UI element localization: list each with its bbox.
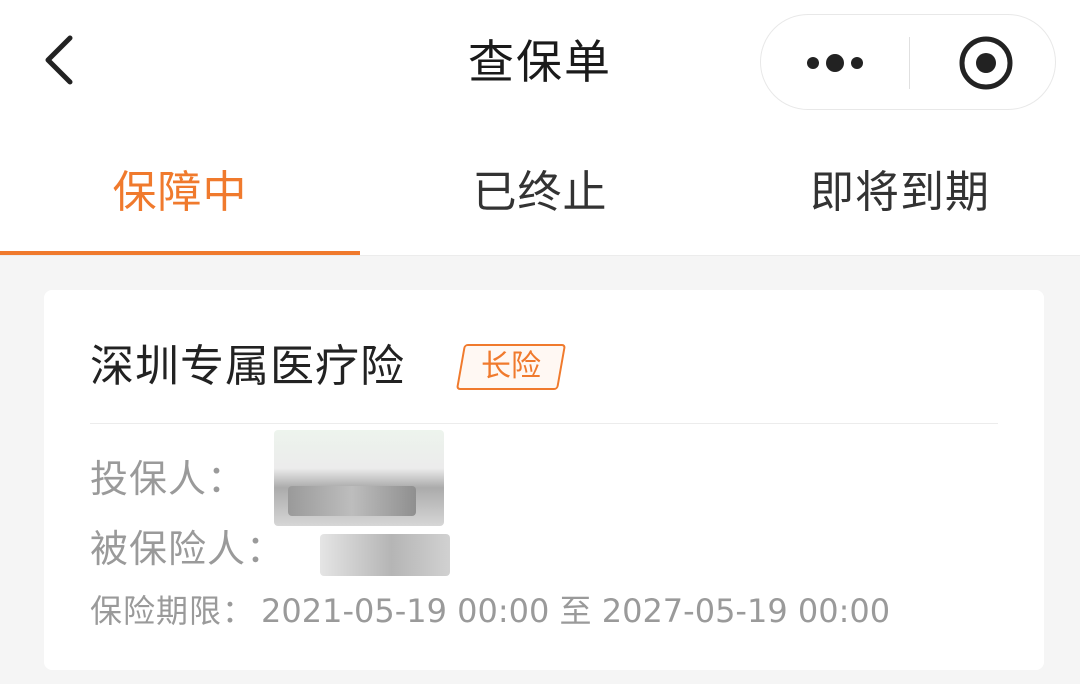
product-name: 深圳专属医疗险	[90, 341, 405, 392]
tab-label: 保障中	[112, 167, 248, 218]
tab-expiring-soon[interactable]: 即将到期	[720, 130, 1080, 256]
policy-type-badge: 长险	[455, 344, 567, 390]
policy-type-badge-label: 长险	[481, 349, 541, 384]
policy-status-tabs: 保障中 已终止 即将到期	[0, 130, 1080, 256]
target-close-icon	[959, 36, 1013, 90]
policy-card[interactable]: 深圳专属医疗险 长险 投保人： 被保险人： 保险期限： 2021-05-19 00…	[44, 290, 1044, 670]
title-bar: 查保单	[0, 0, 1080, 130]
close-button[interactable]	[910, 15, 1056, 111]
policy-holder-redacted-mark	[288, 486, 416, 516]
policy-holder-label: 投保人：	[90, 457, 247, 501]
tab-active-coverage[interactable]: 保障中	[0, 130, 360, 256]
tabs-divider	[0, 255, 1080, 256]
more-dots-icon	[807, 54, 863, 72]
tab-terminated[interactable]: 已终止	[360, 130, 720, 256]
coverage-period-value: 2021-05-19 00:00 至 2027-05-19 00:00	[261, 592, 891, 630]
more-button[interactable]	[761, 15, 909, 111]
tab-label: 已终止	[472, 167, 608, 218]
insured-redacted	[320, 534, 450, 576]
card-divider	[90, 423, 998, 424]
coverage-period-label: 保险期限：	[90, 592, 256, 630]
insured-label: 被保险人：	[90, 527, 286, 571]
coverage-period: 保险期限： 2021-05-19 00:00 至 2027-05-19 00:00	[90, 588, 890, 634]
mini-program-capsule	[760, 14, 1056, 110]
tab-label: 即将到期	[810, 167, 990, 218]
